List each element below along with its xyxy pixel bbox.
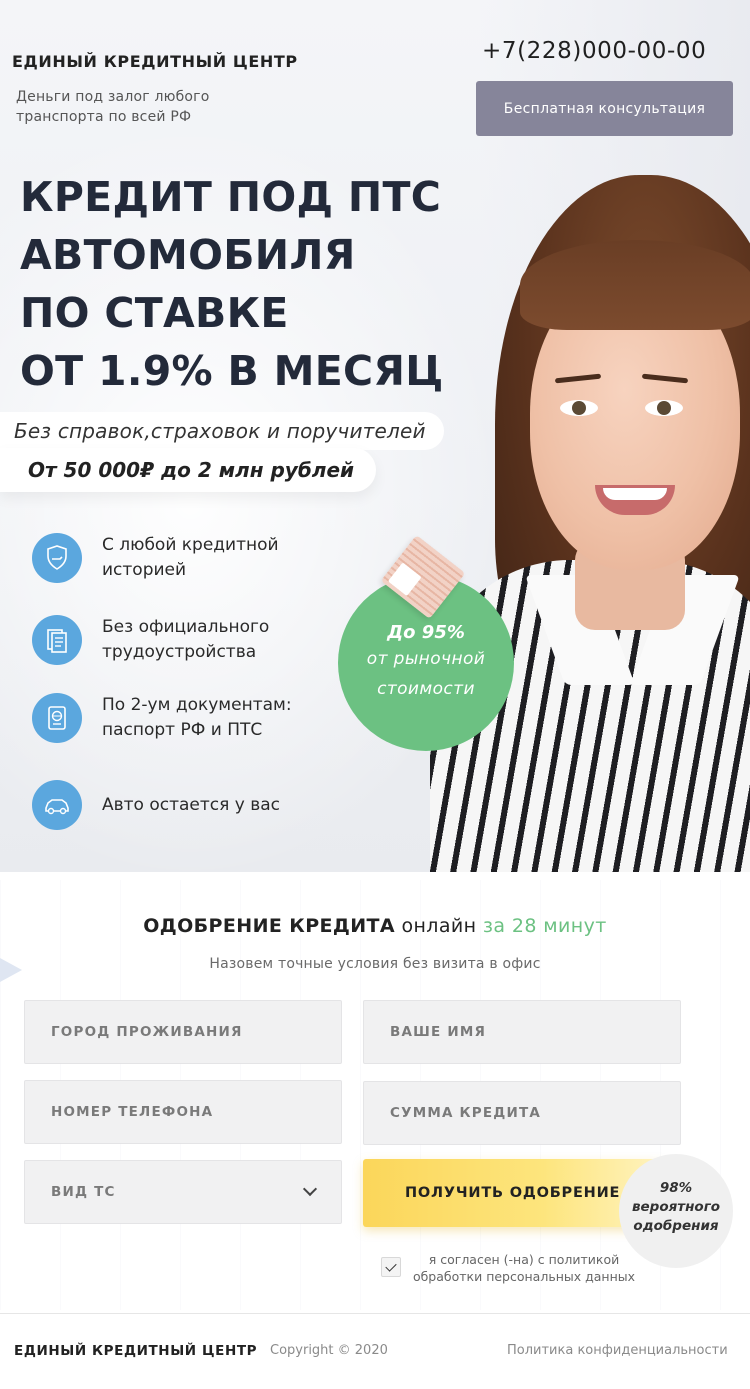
get-approval-button[interactable]: ПОЛУЧИТЬ ОДОБРЕНИЕ xyxy=(363,1159,663,1227)
city-input[interactable] xyxy=(24,1000,342,1064)
hero-headline: КРЕДИТ ПОД ПТС АВТОМОБИЛЯ ПО СТАВКЕ ОТ 1… xyxy=(20,168,500,400)
brand-tagline: Деньги под залог любого транспорта по вс… xyxy=(16,89,210,125)
no-documents-pill: Без справок,страховок и поручителей xyxy=(0,412,444,450)
hero-section: ЕДИНЫЙ КРЕДИТНЫЙ ЦЕНТР Деньги под залог … xyxy=(0,0,750,872)
privacy-policy-link[interactable]: Политика конфиденциальности xyxy=(507,1343,728,1358)
footer: ЕДИНЫЙ КРЕДИТНЫЙ ЦЕНТР Copyright © 2020 … xyxy=(0,1313,750,1389)
approval-line-3: одобрения xyxy=(633,1218,719,1234)
brand-logo-text[interactable]: ЕДИНЫЙ КРЕДИТНЫЙ ЦЕНТР xyxy=(12,52,298,71)
name-input[interactable] xyxy=(363,1000,681,1064)
passport-icon xyxy=(32,693,82,743)
badge-line-2: от рыночной xyxy=(366,649,486,669)
headline-line-1: КРЕДИТ ПОД ПТС xyxy=(20,173,442,221)
shield-hand-icon xyxy=(32,533,82,583)
footer-copyright: Copyright © 2020 xyxy=(270,1343,388,1358)
feature-credit-history: С любой кредитной историей xyxy=(32,533,342,583)
feature-car-stays: Авто остается у вас xyxy=(32,780,342,830)
loan-amount-input[interactable] xyxy=(363,1081,681,1145)
chevron-down-icon xyxy=(302,1181,318,1197)
consent-text: я согласен (-на) с политикой обработки п… xyxy=(412,1252,636,1284)
feature-text: По 2-ум документам: паспорт РФ и ПТС xyxy=(102,695,292,740)
consent-row: я согласен (-на) с политикой обработки п… xyxy=(381,1251,637,1285)
form-title-time: за 28 минут xyxy=(482,915,607,937)
footer-brand: ЕДИНЫЙ КРЕДИТНЫЙ ЦЕНТР xyxy=(14,1343,258,1359)
consent-checkbox[interactable] xyxy=(381,1257,401,1277)
documents-icon xyxy=(32,615,82,665)
form-title-online: онлайн xyxy=(401,915,477,937)
vehicle-type-select[interactable]: ВИД ТС xyxy=(24,1160,342,1224)
free-consultation-button[interactable]: Бесплатная консультация xyxy=(476,81,733,136)
feature-text: Авто остается у вас xyxy=(102,794,281,815)
car-icon xyxy=(32,780,82,830)
form-title-main: ОДОБРЕНИЕ КРЕДИТА xyxy=(143,915,395,937)
form-title: ОДОБРЕНИЕ КРЕДИТА онлайн за 28 минут xyxy=(0,915,750,937)
vehicle-type-value: ВИД ТС xyxy=(51,1184,116,1200)
badge-line-3: стоимости xyxy=(377,679,475,699)
feature-text: С любой кредитной историей xyxy=(102,535,279,580)
phone-input[interactable] xyxy=(24,1080,342,1144)
phone-number[interactable]: +7(228)000-00-00 xyxy=(482,38,706,64)
feature-employment: Без официального трудоустройства xyxy=(32,615,342,665)
headline-line-2: АВТОМОБИЛЯ xyxy=(20,231,356,279)
feature-documents: По 2-ум документам: паспорт РФ и ПТС xyxy=(32,693,342,743)
headline-line-4: ОТ 1.9% В МЕСЯЦ xyxy=(20,347,444,395)
form-subtitle: Назовем точные условия без визита в офис xyxy=(209,956,541,972)
approval-line-1: 98% xyxy=(659,1180,693,1196)
headline-line-3: ПО СТАВКЕ xyxy=(20,289,289,337)
feature-text: Без официального трудоустройства xyxy=(102,617,270,662)
badge-line-1: До 95% xyxy=(387,622,465,643)
approval-line-2: вероятного xyxy=(631,1199,721,1215)
loan-range-pill: От 50 000₽ до 2 млн рублей xyxy=(0,448,377,492)
